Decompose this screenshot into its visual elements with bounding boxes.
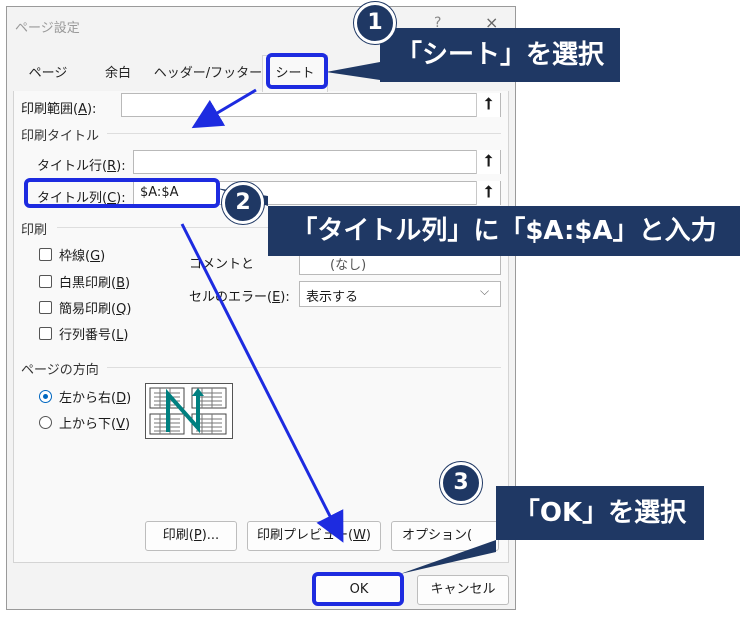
highlight-title-columns	[24, 178, 220, 208]
step1-callout: 「シート」を選択	[380, 28, 620, 82]
highlight-ok-button	[312, 572, 404, 606]
step2-callout: 「タイトル列」に「$A:$A」と入力	[268, 206, 740, 256]
arrow-to-print-titles	[191, 88, 257, 129]
step2-number-badge: 2	[222, 182, 264, 224]
arrow-to-ok	[180, 223, 344, 543]
step3-number-badge: 3	[440, 462, 482, 504]
callout-pointer-3	[400, 540, 496, 574]
step3-callout: 「OK」を選択	[496, 486, 704, 540]
highlight-sheet-tab	[266, 53, 328, 89]
step1-number-badge: 1	[354, 2, 396, 44]
callout-pointer-1	[326, 62, 380, 80]
